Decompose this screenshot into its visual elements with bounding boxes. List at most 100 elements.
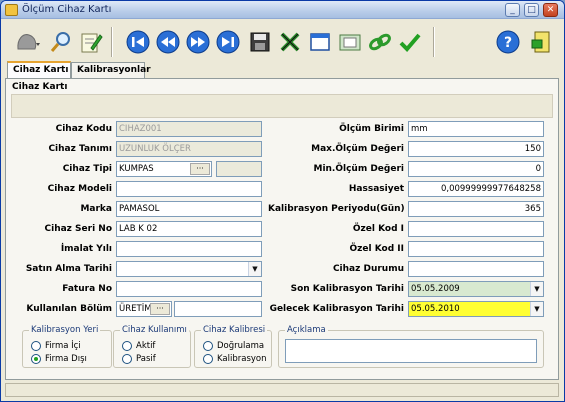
cihaz-tipi-value: KUMPAS — [119, 164, 154, 174]
label-cihaz-tipi: Cihaz Tipi — [62, 164, 112, 174]
main-window: Ölçüm Cihaz Kartı _ □ ✕ ? Cihaz Kartı Ka… — [0, 0, 565, 402]
cihaz-tipi-desc-field — [216, 161, 262, 177]
next-record-icon[interactable] — [185, 29, 211, 55]
label-ozel-kod-1: Özel Kod I — [352, 224, 404, 234]
radio-kalibrasyon-label: Kalibrasyon — [217, 354, 267, 364]
chevron-down-icon[interactable]: ▼ — [530, 302, 543, 316]
label-cihaz-tanimi: Cihaz Tanımı — [48, 144, 112, 154]
status-bar — [5, 383, 559, 397]
hassasiyet-field[interactable]: 0,00999999977648258 — [408, 181, 544, 197]
label-max-olcum: Max.Ölçüm Değeri — [311, 144, 404, 154]
gelecek-kalibrasyon-field[interactable]: 05.05.2010 ▼ — [408, 301, 544, 317]
window-title: Ölçüm Cihaz Kartı — [22, 4, 112, 15]
label-imalat-yili: İmalat Yılı — [60, 244, 112, 254]
gelecek-kalibrasyon-value: 05.05.2010 — [411, 304, 460, 314]
label-hassasiyet: Hassasiyet — [348, 184, 404, 194]
aciklama-title: Açıklama — [285, 325, 328, 335]
cihaz-kullanimi-title: Cihaz Kullanımı — [120, 325, 189, 335]
exit-door-icon[interactable] — [527, 29, 553, 55]
cihaz-kodu-field: CIHAZ001 — [116, 121, 262, 137]
radio-firma-disi-label: Firma Dışı — [45, 354, 87, 364]
window-icon[interactable] — [307, 29, 333, 55]
toolbar-separator — [111, 27, 113, 57]
label-olcum-birimi: Ölçüm Birimi — [339, 124, 404, 134]
label-ozel-kod-2: Özel Kod II — [349, 244, 404, 254]
son-kalibrasyon-value: 05.05.2009 — [411, 284, 460, 294]
satin-alma-tarihi-field[interactable]: ▼ — [116, 261, 262, 277]
label-marka: Marka — [80, 204, 112, 214]
label-cihaz-modeli: Cihaz Modeli — [47, 184, 112, 194]
tab-kalibrasyonlar[interactable]: Kalibrasyonlar — [71, 62, 151, 79]
ozel-kod-1-field[interactable] — [408, 221, 544, 237]
label-son-kalibrasyon: Son Kalibrasyon Tarihi — [290, 284, 404, 294]
tab-cihaz-karti[interactable]: Cihaz Kartı — [7, 61, 71, 79]
cihaz-tipi-field[interactable]: KUMPAS ··· — [116, 161, 212, 177]
title-bar[interactable]: Ölçüm Cihaz Kartı _ □ ✕ — [1, 1, 564, 19]
prev-record-icon[interactable] — [155, 29, 181, 55]
save-disk-icon[interactable] — [247, 29, 273, 55]
cihaz-kalibresi-group: Cihaz Kalibresi Doğrulama Kalibrasyon — [194, 325, 272, 368]
radio-button-icon[interactable] — [203, 341, 213, 351]
cihaz-seri-no-field[interactable]: LAB K 02 — [116, 221, 262, 237]
label-kullanilan-bolum: Kullanılan Bölüm — [26, 304, 112, 314]
print-preview-icon[interactable] — [337, 29, 363, 55]
aciklama-textarea[interactable] — [285, 339, 537, 363]
kalibrasyon-periyodu-field[interactable]: 365 — [408, 201, 544, 217]
son-kalibrasyon-field[interactable]: 05.05.2009 ▼ — [408, 281, 544, 297]
toolbar: ? — [3, 21, 562, 61]
close-button[interactable]: ✕ — [543, 3, 558, 17]
app-icon — [5, 4, 18, 16]
card-title: Cihaz Kartı — [12, 82, 68, 92]
kullanilan-bolum-field[interactable]: ÜRETİM ··· — [116, 301, 172, 317]
min-olcum-field[interactable]: 0 — [408, 161, 544, 177]
link-icon[interactable] — [367, 29, 393, 55]
svg-text:?: ? — [504, 35, 512, 51]
max-olcum-field[interactable]: 150 — [408, 141, 544, 157]
magnify-icon[interactable] — [48, 29, 74, 55]
note-edit-icon[interactable] — [78, 29, 104, 55]
cihaz-tanimi-field: UZUNLUK ÖLÇER — [116, 141, 262, 157]
kullanilan-bolum-value: ÜRETİM — [119, 304, 152, 314]
fatura-no-field[interactable] — [116, 281, 262, 297]
radio-firma-ici-label: Firma İçi — [45, 341, 81, 351]
label-gelecek-kalibrasyon: Gelecek Kalibrasyon Tarihi — [269, 304, 404, 314]
maximize-button[interactable]: □ — [524, 3, 539, 17]
radio-button-icon[interactable] — [122, 341, 132, 351]
cancel-x-icon[interactable] — [277, 29, 303, 55]
label-cihaz-durumu: Cihaz Durumu — [332, 264, 404, 274]
minimize-button[interactable]: _ — [505, 3, 520, 17]
olcum-birimi-field[interactable]: mm — [408, 121, 544, 137]
last-record-icon[interactable] — [215, 29, 241, 55]
gray-blob-icon[interactable] — [15, 29, 41, 55]
cihaz-tipi-browse-button[interactable]: ··· — [190, 163, 210, 175]
radio-button-icon[interactable] — [31, 354, 41, 364]
radio-button-icon[interactable] — [31, 341, 41, 351]
tab-panel: Cihaz Kartı Cihaz Kodu CIHAZ001 Cihaz Ta… — [5, 78, 559, 380]
kullanilan-bolum-browse-button[interactable]: ··· — [150, 303, 170, 315]
card-header-strip — [11, 94, 553, 118]
cihaz-modeli-field[interactable] — [116, 181, 262, 197]
label-min-olcum: Min.Ölçüm Değeri — [313, 164, 404, 174]
label-cihaz-seri-no: Cihaz Seri No — [44, 224, 113, 234]
radio-button-icon[interactable] — [203, 354, 213, 364]
chevron-down-icon[interactable]: ▼ — [248, 262, 261, 276]
kalibrasyon-yeri-title: Kalibrasyon Yeri — [29, 325, 101, 335]
radio-dogrulama-label: Doğrulama — [217, 341, 265, 351]
confirm-check-icon[interactable] — [397, 29, 423, 55]
first-record-icon[interactable] — [125, 29, 151, 55]
label-satin-alma-tarihi: Satın Alma Tarihi — [25, 264, 112, 274]
cihaz-kalibresi-title: Cihaz Kalibresi — [201, 325, 268, 335]
ozel-kod-2-field[interactable] — [408, 241, 544, 257]
marka-field[interactable]: PAMASOL — [116, 201, 262, 217]
toolbar-separator — [433, 27, 435, 57]
aciklama-group: Açıklama — [278, 325, 544, 368]
cihaz-durumu-field[interactable] — [408, 261, 544, 277]
kullanilan-bolum-desc-field[interactable] — [174, 301, 262, 317]
radio-aktif-label: Aktif — [136, 341, 156, 351]
radio-button-icon[interactable] — [122, 354, 132, 364]
cihaz-kullanimi-group: Cihaz Kullanımı Aktif Pasif — [113, 325, 191, 368]
chevron-down-icon[interactable]: ▼ — [530, 282, 543, 296]
help-icon[interactable]: ? — [495, 29, 521, 55]
imalat-yili-field[interactable] — [116, 241, 262, 257]
radio-pasif-label: Pasif — [136, 354, 156, 364]
